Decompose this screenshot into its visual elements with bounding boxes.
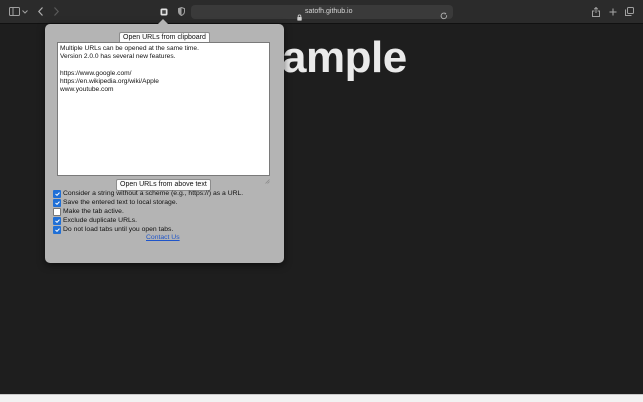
option-lazy-load[interactable]: Do not load tabs until you open tabs.	[53, 225, 279, 234]
reload-icon[interactable]	[440, 7, 448, 25]
option-label: Consider a string without a scheme (e.g.…	[63, 190, 244, 197]
checkbox-unchecked-icon[interactable]	[53, 207, 61, 216]
chevron-down-icon[interactable]	[22, 5, 28, 18]
extension-icon[interactable]	[160, 5, 168, 18]
address-text: satofh.github.io	[305, 8, 353, 15]
plus-icon[interactable]	[609, 5, 617, 18]
shield-icon[interactable]	[177, 5, 185, 18]
option-label: Do not load tabs until you open tabs.	[63, 226, 174, 233]
bottom-strip	[0, 394, 643, 402]
option-scheme[interactable]: Consider a string without a scheme (e.g.…	[53, 189, 279, 198]
checkbox-checked-icon[interactable]	[53, 198, 61, 207]
option-save-text[interactable]: Save the entered text to local storage.	[53, 198, 279, 207]
option-exclude-duplicates[interactable]: Exclude duplicate URLs.	[53, 216, 279, 225]
checkbox-checked-icon[interactable]	[53, 216, 61, 225]
address-bar[interactable]: satofh.github.io	[191, 5, 453, 21]
checkbox-checked-icon[interactable]	[53, 189, 61, 198]
page-heading: ample	[282, 33, 407, 82]
lock-icon	[297, 8, 302, 26]
contact-us-link[interactable]: Contact Us	[146, 234, 180, 241]
urls-textarea[interactable]: Multiple URLs can be opened at the same …	[57, 42, 270, 176]
option-label: Exclude duplicate URLs.	[63, 217, 138, 224]
forward-icon[interactable]	[53, 5, 60, 18]
option-tab-active[interactable]: Make the tab active.	[53, 207, 279, 216]
share-icon[interactable]	[592, 5, 600, 18]
options-list: Consider a string without a scheme (e.g.…	[53, 189, 279, 234]
back-icon[interactable]	[37, 5, 44, 18]
sidebar-icon[interactable]	[9, 5, 20, 18]
tabs-icon[interactable]	[625, 5, 634, 18]
option-label: Save the entered text to local storage.	[63, 199, 178, 206]
browser-toolbar: satofh.github.io	[0, 0, 643, 24]
option-label: Make the tab active.	[63, 208, 124, 215]
extension-popup: Open URLs from clipboard Multiple URLs c…	[45, 19, 284, 263]
checkbox-checked-icon[interactable]	[53, 225, 61, 234]
